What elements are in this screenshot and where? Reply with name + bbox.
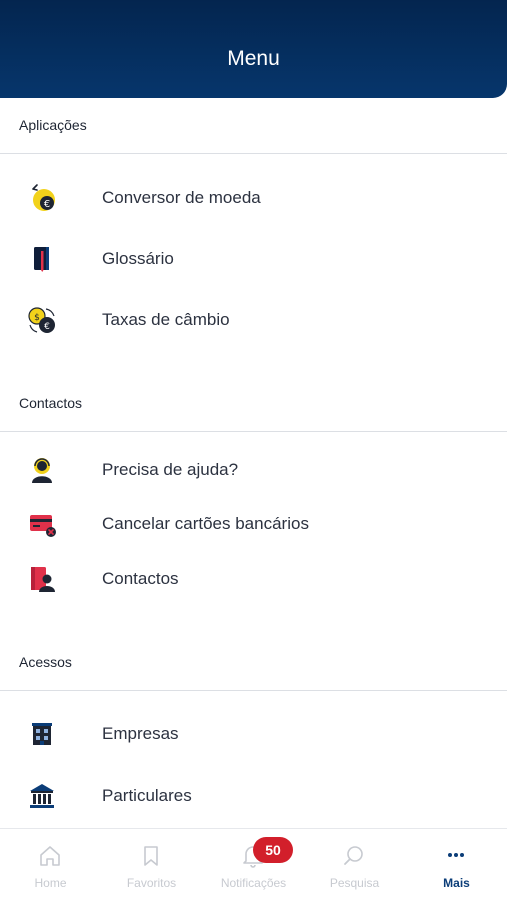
menu-item-cancelar-cartoes-bancarios[interactable]: Cancelar cartões bancários bbox=[0, 497, 507, 551]
menu-item-particulares[interactable]: Particulares bbox=[0, 769, 507, 823]
glossary-book-icon bbox=[26, 243, 58, 275]
menu-item-contactos[interactable]: Contactos bbox=[0, 552, 507, 606]
home-icon bbox=[37, 843, 63, 869]
exchange-rates-icon: $ € bbox=[26, 304, 58, 336]
menu-item-label: Conversor de moeda bbox=[102, 188, 261, 207]
bottom-tab-bar: Home Favoritos 50 Notificações Pesquisa bbox=[0, 828, 507, 901]
bank-icon bbox=[26, 780, 58, 812]
svg-text:€: € bbox=[44, 199, 50, 210]
menu-item-label: Taxas de câmbio bbox=[102, 310, 230, 329]
bookmark-icon bbox=[138, 843, 164, 869]
svg-text:$: $ bbox=[34, 313, 40, 323]
svg-text:€: € bbox=[44, 322, 50, 332]
section-header-acessos: Acessos bbox=[0, 636, 507, 691]
section-title: Aplicações bbox=[19, 117, 87, 133]
section-title: Contactos bbox=[19, 395, 83, 411]
menu-item-label: Cancelar cartões bancários bbox=[102, 514, 309, 533]
menu-item-empresas[interactable]: Empresas bbox=[0, 707, 507, 761]
menu-item-label: Empresas bbox=[102, 724, 179, 743]
menu-item-conversor-de-moeda[interactable]: € Conversor de moeda bbox=[0, 171, 507, 225]
notification-badge: 50 bbox=[253, 837, 293, 863]
search-icon bbox=[341, 843, 367, 869]
menu-item-glossario[interactable]: Glossário bbox=[0, 232, 507, 286]
menu-item-label: Precisa de ajuda? bbox=[102, 460, 239, 479]
tab-label: Home bbox=[34, 876, 67, 890]
more-icon bbox=[443, 843, 469, 869]
tab-favoritos[interactable]: Favoritos bbox=[101, 829, 202, 901]
currency-converter-icon: € bbox=[26, 182, 58, 214]
tab-label: Pesquisa bbox=[329, 876, 380, 890]
tab-notificacoes[interactable]: 50 Notificações bbox=[203, 829, 304, 901]
tab-home[interactable]: Home bbox=[0, 829, 101, 901]
section-header-contactos: Contactos bbox=[0, 377, 507, 432]
tab-mais[interactable]: Mais bbox=[406, 829, 507, 901]
menu-item-label: Contactos bbox=[102, 569, 179, 588]
page-title: Menu bbox=[227, 47, 280, 70]
company-building-icon bbox=[26, 718, 58, 750]
cancel-card-icon bbox=[26, 508, 58, 540]
tab-label: Notificações bbox=[220, 876, 287, 890]
tab-pesquisa[interactable]: Pesquisa bbox=[304, 829, 405, 901]
tab-label: Mais bbox=[443, 876, 470, 890]
menu-item-label: Glossário bbox=[102, 249, 174, 268]
menu-item-label: Particulares bbox=[102, 786, 192, 805]
app-header: Menu bbox=[0, 0, 507, 98]
menu-item-taxas-de-cambio[interactable]: $ € Taxas de câmbio bbox=[0, 293, 507, 347]
section-header-aplicacoes: Aplicações bbox=[0, 99, 507, 154]
contacts-icon bbox=[26, 563, 58, 595]
section-title: Acessos bbox=[19, 654, 72, 670]
menu-item-precisa-de-ajuda[interactable]: Precisa de ajuda? bbox=[0, 443, 507, 497]
tab-label: Favoritos bbox=[126, 876, 177, 890]
support-agent-icon bbox=[26, 454, 58, 486]
